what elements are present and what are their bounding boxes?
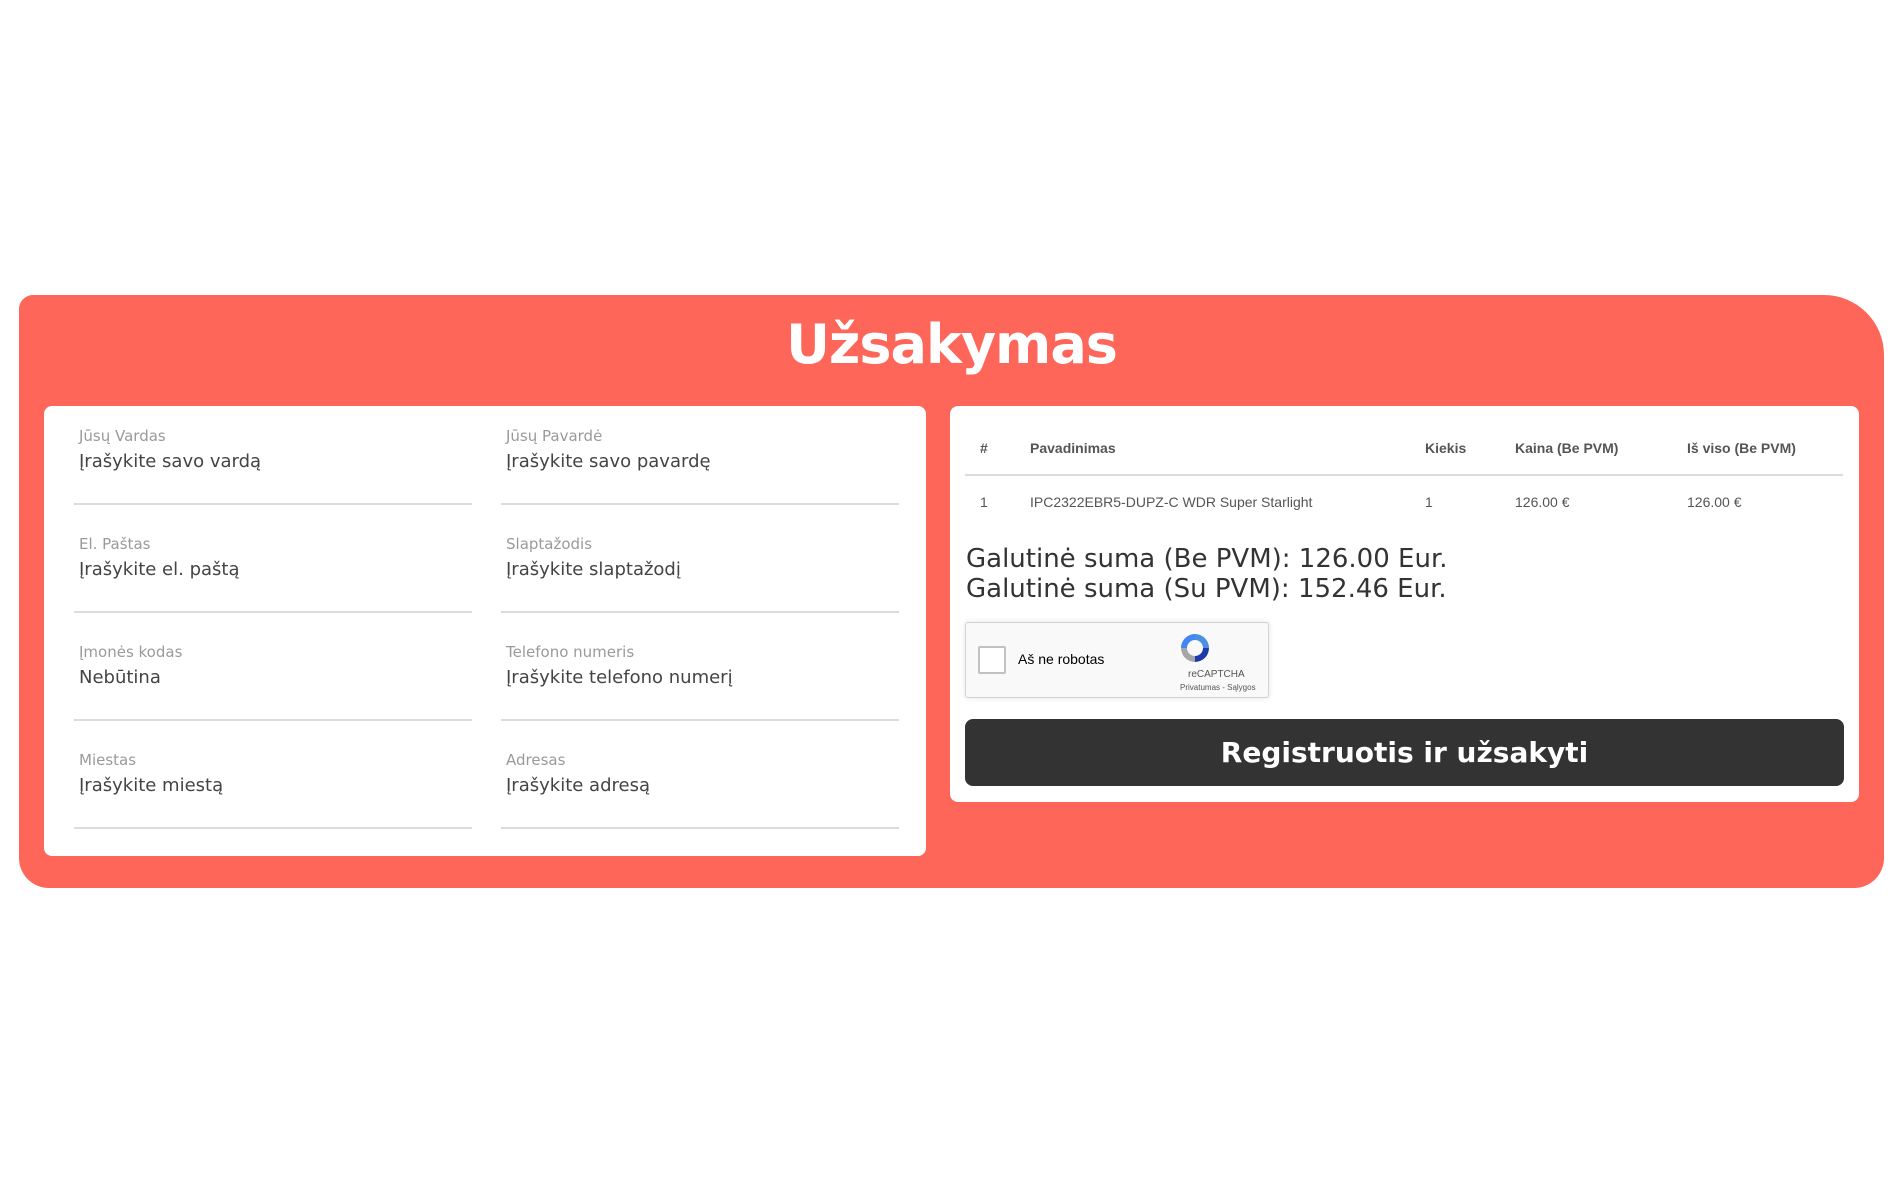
first-name-field: Jūsų Vardas (74, 406, 472, 505)
recaptcha-brand: reCAPTCHA (1188, 669, 1245, 680)
company-code-field: Įmonės kodas (74, 622, 472, 721)
row-number: 1 (980, 494, 988, 510)
city-field: Miestas (74, 730, 472, 829)
phone-field: Telefono numeris (501, 622, 899, 721)
phone-input[interactable] (506, 664, 886, 690)
table-row: 1 IPC2322EBR5-DUPZ-C WDR Super Starlight… (965, 475, 1843, 528)
phone-label: Telefono numeris (506, 643, 635, 661)
order-panel: Užsakymas Jūsų Vardas Jūsų Pavardė El. P… (19, 295, 1884, 888)
first-name-label: Jūsų Vardas (79, 427, 166, 445)
total-without-vat: Galutinė suma (Be PVM): 126.00 Eur. (966, 544, 1448, 574)
col-total-header: Iš viso (Be PVM) (1672, 422, 1843, 476)
total-with-vat: Galutinė suma (Su PVM): 152.46 Eur. (966, 574, 1447, 604)
address-input[interactable] (506, 772, 886, 798)
password-label: Slaptažodis (506, 535, 593, 553)
col-price-header: Kaina (Be PVM) (1500, 422, 1672, 476)
city-label: Miestas (79, 751, 137, 769)
email-label: El. Paštas (79, 535, 151, 553)
address-field: Adresas (501, 730, 899, 829)
company-code-label: Įmonės kodas (79, 643, 183, 661)
last-name-label: Jūsų Pavardė (506, 427, 603, 445)
order-totals: Galutinė suma (Be PVM): 126.00 Eur. Galu… (966, 544, 1448, 604)
recaptcha-icon (1181, 634, 1209, 662)
recaptcha-checkbox[interactable] (978, 646, 1006, 674)
register-and-order-button[interactable]: Registruotis ir užsakyti (965, 719, 1844, 786)
cart-header-row: # Pavadinimas Kiekis Kaina (Be PVM) Iš v… (965, 422, 1843, 476)
cart-table: # Pavadinimas Kiekis Kaina (Be PVM) Iš v… (965, 422, 1843, 528)
recaptcha-widget: Aš ne robotas reCAPTCHA Privatumas - Sąl… (965, 622, 1269, 698)
first-name-input[interactable] (79, 448, 459, 474)
recaptcha-privacy-terms[interactable]: Privatumas - Sąlygos (1180, 683, 1256, 692)
email-input[interactable] (79, 556, 459, 582)
col-number-header: # (965, 422, 1015, 476)
recaptcha-label: Aš ne robotas (1018, 651, 1105, 667)
col-name-header: Pavadinimas (1015, 422, 1410, 476)
col-quantity-header: Kiekis (1410, 422, 1500, 476)
row-price: 126.00 € (1515, 494, 1570, 510)
last-name-input[interactable] (506, 448, 886, 474)
order-summary: # Pavadinimas Kiekis Kaina (Be PVM) Iš v… (950, 406, 1859, 802)
row-product-name: IPC2322EBR5-DUPZ-C WDR Super Starlight (1030, 494, 1313, 510)
address-label: Adresas (506, 751, 566, 769)
last-name-field: Jūsų Pavardė (501, 406, 899, 505)
password-input[interactable] (506, 556, 886, 582)
page-title: Užsakymas (786, 313, 1118, 376)
registration-form: Jūsų Vardas Jūsų Pavardė El. Paštas Slap… (44, 406, 926, 856)
row-total: 126.00 € (1687, 494, 1742, 510)
city-input[interactable] (79, 772, 459, 798)
password-field: Slaptažodis (501, 514, 899, 613)
row-quantity: 1 (1425, 494, 1433, 510)
company-code-input[interactable] (79, 664, 459, 690)
email-field: El. Paštas (74, 514, 472, 613)
